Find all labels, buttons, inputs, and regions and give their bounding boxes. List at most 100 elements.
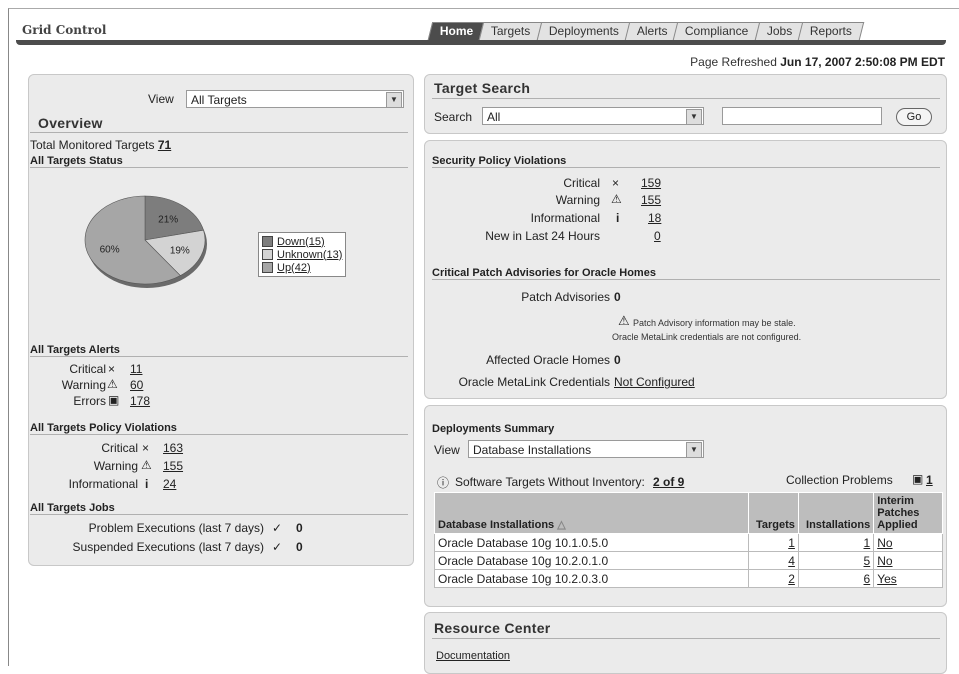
pie-label: 21% xyxy=(158,215,178,226)
table-row: Oracle Database 10g 10.1.0.5.0 1 1 No xyxy=(433,533,943,552)
row-targets-link[interactable]: 4 xyxy=(788,554,795,568)
security-new-label: New in Last 24 Hours xyxy=(485,229,600,243)
metalink-cred-link[interactable]: Not Configured xyxy=(614,375,695,389)
security-warning-label: Warning xyxy=(555,193,600,207)
policy-info-label: Informational xyxy=(68,477,138,491)
affected-homes-value: 0 xyxy=(614,353,621,367)
warning-icon: ⚠ xyxy=(141,458,152,472)
collection-problems-icon: ▣ xyxy=(912,472,924,486)
chevron-down-icon: ▼ xyxy=(386,92,402,108)
row-patches-link[interactable]: No xyxy=(877,554,892,568)
warning-icon: ⚠ xyxy=(618,313,630,328)
chevron-down-icon: ▼ xyxy=(686,442,702,458)
chevron-down-icon: ▼ xyxy=(686,109,702,125)
table-row: Oracle Database 10g 10.2.0.1.0 4 5 No xyxy=(433,551,943,570)
tab-compliance[interactable]: Compliance xyxy=(673,22,762,40)
tab-home[interactable]: Home xyxy=(427,22,486,40)
row-installs-link[interactable]: 1 xyxy=(864,536,871,550)
search-type-select[interactable]: All ▼ xyxy=(482,107,704,125)
overview-view-select[interactable]: All Targets ▼ xyxy=(186,90,404,108)
alert-critical-label: Critical xyxy=(69,362,106,376)
inventory-label: Software Targets Without Inventory: xyxy=(455,475,645,489)
divider xyxy=(432,638,940,639)
col-db-installations[interactable]: Database Installations △ xyxy=(433,492,750,534)
alerts-title: All Targets Alerts xyxy=(30,344,408,357)
view-label: View xyxy=(148,92,174,106)
search-input[interactable] xyxy=(722,107,882,125)
error-icon: ▣ xyxy=(108,393,120,407)
jobs-problem-label: Problem Executions (last 7 days) xyxy=(88,521,264,535)
security-title: Security Policy Violations xyxy=(432,155,940,168)
collection-problems-label: Collection Problems xyxy=(786,473,893,487)
page-refreshed: Page Refreshed Jun 17, 2007 2:50:08 PM E… xyxy=(690,55,945,69)
target-search-title: Target Search xyxy=(434,80,531,96)
policy-critical-link[interactable]: 163 xyxy=(163,441,183,455)
row-patches-link[interactable]: No xyxy=(877,536,892,550)
security-warning-link[interactable]: 155 xyxy=(641,193,661,207)
legend-unknown[interactable]: Unknown(13) xyxy=(262,248,342,261)
policy-critical-label: Critical xyxy=(101,441,138,455)
go-button[interactable]: Go xyxy=(896,108,932,126)
alert-critical-link[interactable]: 11 xyxy=(130,362,142,376)
patch-advisories-label: Patch Advisories xyxy=(521,290,610,304)
documentation-link[interactable]: Documentation xyxy=(436,650,510,662)
security-critical-link[interactable]: 159 xyxy=(641,176,661,190)
inventory-link[interactable]: 2 of 9 xyxy=(653,475,684,489)
legend-down[interactable]: Down(15) xyxy=(262,235,342,248)
security-info-link[interactable]: 18 xyxy=(648,211,661,225)
row-name: Oracle Database 10g 10.2.0.1.0 xyxy=(433,551,750,570)
pie-legend: Down(15) Unknown(13) Up(42) xyxy=(258,232,347,277)
inventory-icon: ⓘ xyxy=(437,476,450,490)
patch-note-2: Oracle MetaLink credentials are not conf… xyxy=(612,332,802,342)
sort-icon: △ xyxy=(557,519,566,531)
policy-title: All Targets Policy Violations xyxy=(30,422,408,435)
check-icon: ✓ xyxy=(272,521,283,535)
deployments-title: Deployments Summary xyxy=(432,423,555,435)
col-patches: Interim Patches Applied xyxy=(873,492,943,534)
collection-problems-link[interactable]: 1 xyxy=(926,473,933,487)
col-installations: Installations xyxy=(797,492,875,534)
info-icon: i xyxy=(616,211,620,225)
overview-title: Overview xyxy=(38,115,103,131)
tab-reports[interactable]: Reports xyxy=(797,22,865,40)
jobs-problem-value: 0 xyxy=(296,521,303,535)
legend-up[interactable]: Up(42) xyxy=(262,261,342,274)
policy-warning-label: Warning xyxy=(93,459,138,473)
row-targets-link[interactable]: 2 xyxy=(788,572,795,586)
row-installs-link[interactable]: 5 xyxy=(864,554,871,568)
row-targets-link[interactable]: 1 xyxy=(788,536,795,550)
tab-targets[interactable]: Targets xyxy=(479,22,543,40)
critical-icon: × xyxy=(108,362,116,376)
divider xyxy=(30,132,408,133)
row-installs-link[interactable]: 6 xyxy=(864,572,871,586)
alert-errors-link[interactable]: 178 xyxy=(130,394,150,408)
info-icon: i xyxy=(145,477,149,491)
row-name: Oracle Database 10g 10.2.0.3.0 xyxy=(433,569,750,588)
alert-errors-label: Errors xyxy=(73,394,106,408)
deployments-view-select[interactable]: Database Installations ▼ xyxy=(468,440,704,458)
policy-warning-link[interactable]: 155 xyxy=(163,459,183,473)
resource-center-title: Resource Center xyxy=(434,620,551,636)
table-header-row: Database Installations △ Targets Install… xyxy=(433,492,943,534)
alert-warning-link[interactable]: 60 xyxy=(130,378,143,392)
total-targets: Total Monitored Targets 71 xyxy=(30,138,172,152)
jobs-suspended-value: 0 xyxy=(296,540,303,554)
critical-icon: × xyxy=(142,441,150,455)
jobs-suspended-label: Suspended Executions (last 7 days) xyxy=(72,540,264,554)
affected-homes-label: Affected Oracle Homes xyxy=(486,353,610,367)
search-label: Search xyxy=(434,110,473,124)
pie-label: 19% xyxy=(170,246,190,257)
patch-title: Critical Patch Advisories for Oracle Hom… xyxy=(432,267,940,280)
policy-info-link[interactable]: 24 xyxy=(163,477,176,491)
table-row: Oracle Database 10g 10.2.0.3.0 2 6 Yes xyxy=(433,569,943,588)
tab-jobs[interactable]: Jobs xyxy=(754,22,805,40)
pie-label: 60% xyxy=(100,244,120,255)
tab-bar: Home Targets Deployments Alerts Complian… xyxy=(427,22,865,40)
app-title: Grid Control xyxy=(22,23,107,37)
row-patches-link[interactable]: Yes xyxy=(877,572,897,586)
security-new-link[interactable]: 0 xyxy=(654,229,661,243)
tab-deployments[interactable]: Deployments xyxy=(536,22,631,40)
tab-alerts[interactable]: Alerts xyxy=(624,22,680,40)
total-targets-link[interactable]: 71 xyxy=(158,138,171,152)
jobs-title: All Targets Jobs xyxy=(30,502,408,515)
